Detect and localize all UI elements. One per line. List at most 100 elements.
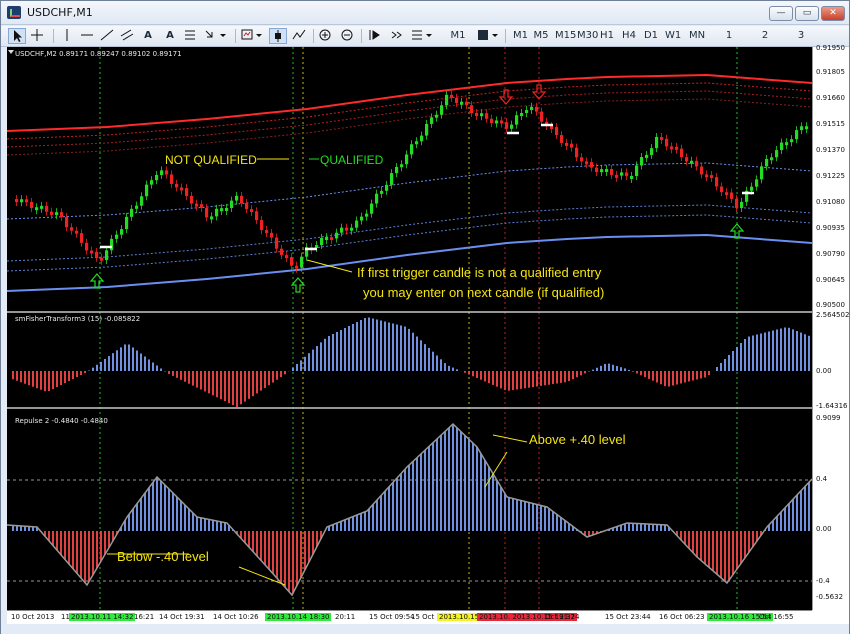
status-bar [1,624,849,634]
period-w1-button[interactable]: W1 [665,28,681,44]
candle [40,205,44,209]
cursor-arrow-icon[interactable] [8,28,26,44]
candle [480,113,484,117]
chevron-down-icon[interactable] [8,50,14,54]
candle [765,158,769,167]
candle [400,164,404,168]
vertical-line-icon[interactable] [59,28,77,44]
candle [485,113,489,119]
candle [410,144,414,155]
candle [440,105,444,115]
candle [595,167,599,172]
candle [715,177,719,187]
indicators-menu-icon[interactable] [409,28,435,44]
price-scale[interactable]: 0.91950 0.91805 0.91660 0.91515 0.91370 … [812,44,849,610]
scale-corner [812,610,849,624]
templates-menu-icon[interactable] [475,28,501,44]
candle [65,216,69,228]
text-icon[interactable]: A [141,28,155,44]
candles [15,90,809,273]
annotation-pointer [306,259,353,273]
period-m15-button[interactable]: M15 [555,28,576,44]
candle [550,125,554,129]
candle [500,120,504,124]
tab-2[interactable]: 2 [759,28,771,44]
candle [655,136,659,149]
minimize-button[interactable]: — [769,6,793,21]
price-tick: 0.91515 [816,120,845,128]
period-mn-button[interactable]: MN [687,28,707,44]
candle [360,216,364,221]
candle [650,148,654,155]
candle [325,237,329,241]
toolbar-separator [53,29,54,43]
time-tick: 15 Oct 09:54 [369,613,415,621]
fibonacci-icon[interactable] [183,28,197,44]
time-tick: 2013.10.14 18:30 [265,613,332,621]
candle [105,250,109,261]
candle [730,192,734,199]
time-tick: 20:11 [335,613,356,621]
candle [725,192,729,196]
time-tick: Oct 16:55 [759,613,794,621]
candle [110,238,114,251]
candle [160,170,164,175]
candle [140,196,144,206]
zoom-out-icon[interactable] [339,28,357,44]
candle [75,230,79,234]
arrows-menu-icon[interactable] [203,28,229,44]
candle [60,212,64,217]
horizontal-line-icon[interactable] [79,28,97,44]
candle [450,94,454,98]
annotation-above-level: Above +.40 level [529,432,626,447]
period-m30-button[interactable]: M30 [577,28,598,44]
price-tick: 0.91370 [816,146,845,154]
time-tick: 15 Oct 23:44 [605,613,651,621]
candle [150,180,154,185]
tab-1[interactable]: 1 [723,28,735,44]
period-h4-button[interactable]: H4 [621,28,637,44]
candlesticks-icon[interactable] [269,28,287,44]
period-m5-button[interactable]: M5 [533,28,549,44]
candle [785,142,789,146]
time-tick: 16 Oct 06:23 [659,613,705,621]
envelope-bands [6,73,813,292]
period-h1-button[interactable]: H1 [599,28,615,44]
chart-shift-icon[interactable] [367,28,385,44]
candle [750,186,754,191]
candle [795,130,799,140]
candle [695,160,699,167]
maximize-button[interactable]: ▭ [795,6,819,21]
tab-3[interactable]: 3 [795,28,807,44]
chart-canvas[interactable]: USDCHF,M2 0.89171 0.89247 0.89102 0.8917… [6,47,813,610]
text-label-icon[interactable]: A [163,28,177,44]
channel-icon[interactable] [119,28,137,44]
candle [605,168,609,172]
candle [680,148,684,158]
candle [430,117,434,124]
candle [280,248,284,256]
chart-area[interactable]: USDCHF,M2 0.89171 0.89247 0.89102 0.8917… [6,47,813,624]
candle [425,123,429,136]
zoom-in-icon[interactable] [317,28,335,44]
candle [200,204,204,208]
candle [585,161,589,165]
title-bar[interactable]: USDCHF,M1 — ▭ ✕ [1,1,849,25]
auto-scroll-icon[interactable] [389,28,407,44]
time-scale[interactable]: 10 Oct 2013 11 2013.10.11 14:32 16:21 14 Oct… [7,610,812,624]
candle [190,195,194,204]
toolbar-separator [505,29,506,43]
line-chart-icon[interactable] [291,28,309,44]
candle [255,211,259,221]
crosshair-icon[interactable] [29,28,47,44]
candle [505,122,509,129]
time-tick: 14 Oct 10:26 [213,613,259,621]
new-order-icon[interactable] [239,28,265,44]
periods-menu[interactable]: M1 [445,28,471,51]
price-tick: 0.91225 [816,172,845,180]
period-m1-button[interactable]: M1 [513,28,528,44]
trend-line-icon[interactable] [99,28,117,44]
candle [685,157,689,162]
period-d1-button[interactable]: D1 [643,28,659,44]
close-button[interactable]: ✕ [821,6,845,21]
